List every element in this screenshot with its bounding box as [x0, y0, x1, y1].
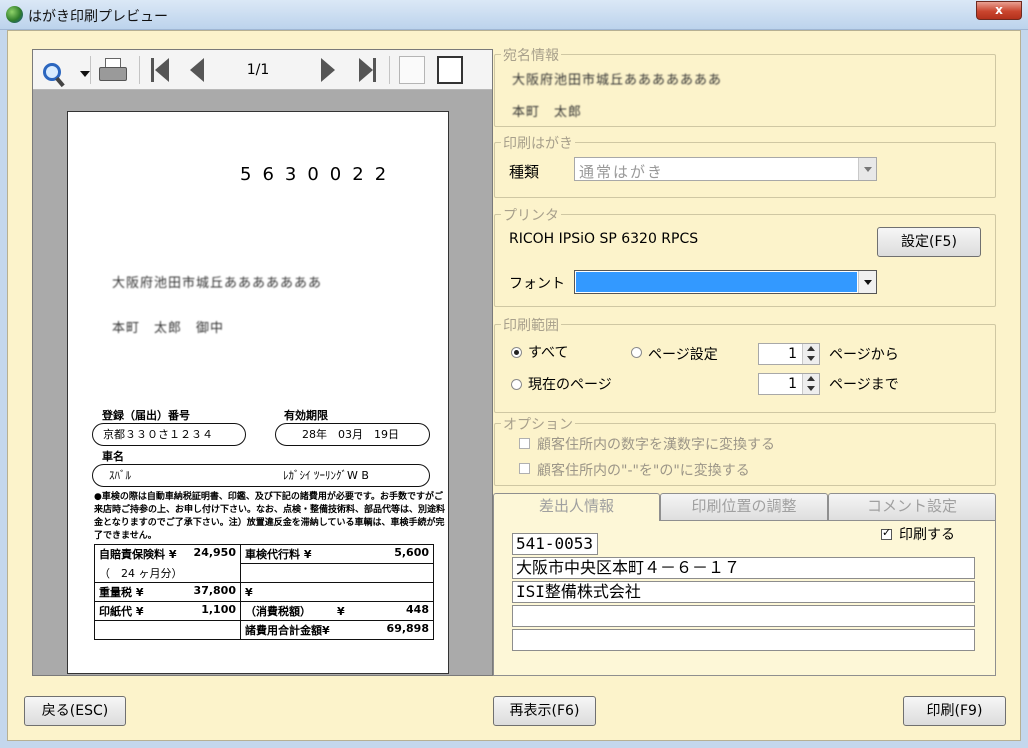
range-from-suffix: ページから	[829, 347, 899, 363]
address-info-group: 宛名情報 大阪府池田市城丘あああああああ 本町 太郎	[494, 45, 996, 127]
printer-group: プリンタ RICOH IPSiO SP 6320 RPCS 設定(F5) フォン…	[494, 205, 996, 307]
range-from-spinner[interactable]: 1	[758, 343, 820, 365]
sender-address-field[interactable]: 大阪市中央区本町４－６－１７	[512, 557, 975, 579]
chevron-down-icon[interactable]	[858, 158, 876, 180]
next-page-icon	[321, 58, 335, 82]
back-button[interactable]: 戻る(ESC)	[24, 696, 126, 726]
postcard-preview: 5630022 大阪府池田市城丘あああああああ 本町 太郎 御中 登録（届出）番…	[67, 111, 449, 674]
first-page-icon	[155, 58, 169, 82]
printer-name: RICOH IPSiO SP 6320 RPCS	[509, 231, 699, 247]
window-close-button[interactable]: x	[976, 1, 1022, 20]
settings-tabs: 差出人情報 印刷位置の調整 コメント設定 印刷する 541-0053 大阪市中央…	[493, 493, 998, 678]
car-name-label: 車名	[102, 450, 124, 463]
postcard-recipient: 本町 太郎 御中	[112, 321, 225, 336]
range-all-label[interactable]: すべて	[528, 342, 568, 362]
option-kanji-checkbox[interactable]	[519, 438, 530, 449]
address-info-name: 本町 太郎	[512, 105, 583, 120]
sender-line5-field[interactable]	[512, 629, 975, 651]
postcard-type-label: 種類	[509, 163, 540, 181]
options-group: オプション 顧客住所内の数字を漢数字に変換する 顧客住所内の"-"を"の"に変換…	[494, 414, 996, 486]
registration-value: 京都３３０さ１２３４	[92, 423, 246, 446]
print-range-group: 印刷範囲 すべて ページ設定 1 ページから 現在のページ 1 ページまで	[494, 315, 996, 413]
preview-toolbar: 1/1	[33, 50, 492, 90]
print-button[interactable]	[99, 58, 131, 84]
expiry-label: 有効期限	[284, 409, 328, 422]
prev-page-icon	[190, 58, 204, 82]
car-name-field: ｽﾊﾞﾙ ﾚｶﾞｼｲ ﾂｰﾘﾝｸﾞW B	[92, 464, 430, 487]
spin-up-icon[interactable]	[807, 346, 815, 351]
option-no-label: 顧客住所内の"-"を"の"に変換する	[537, 463, 750, 479]
zoom-dropdown-arrow-icon[interactable]	[80, 71, 90, 77]
dialog-client-area: 1/1 5630022 大阪府池田市城丘あああああああ 本町 太郎 御中 登録（…	[7, 30, 1021, 741]
postcard-type-group: 印刷はがき 種類 通常はがき	[494, 133, 996, 198]
option-no-checkbox[interactable]	[519, 463, 530, 474]
inspection-cell: 車検代行料 ¥5,600	[240, 544, 434, 564]
postcard-type-select[interactable]: 通常はがき	[574, 157, 877, 181]
page-width-icon[interactable]	[399, 56, 425, 84]
first-page-button[interactable]	[149, 58, 171, 84]
print-sender-checkbox[interactable]	[881, 526, 892, 540]
sender-line4-field[interactable]	[512, 605, 975, 627]
postcard-zip: 5630022	[240, 164, 398, 185]
page-counter: 1/1	[246, 62, 270, 78]
range-current-radio[interactable]	[511, 379, 522, 390]
window-title: はがき印刷プレビュー	[28, 9, 168, 25]
app-globe-icon	[6, 6, 23, 23]
spin-down-icon[interactable]	[807, 386, 815, 391]
preview-pane: 1/1 5630022 大阪府池田市城丘あああああああ 本町 太郎 御中 登録（…	[32, 49, 493, 676]
title-bar: はがき印刷プレビュー x	[0, 0, 1028, 30]
inspection-notice: ●車検の際は自動車納税証明書、印鑑、及び下記の諸費用が必要です。お手数ですがご来…	[94, 492, 446, 541]
refresh-button[interactable]: 再表示(F6)	[493, 696, 596, 726]
font-select[interactable]	[574, 270, 877, 294]
range-to-suffix: ページまで	[829, 377, 899, 393]
zoom-button[interactable]	[37, 58, 90, 88]
print-button[interactable]: 印刷(F9)	[903, 696, 1006, 726]
range-page-setting-radio[interactable]	[631, 347, 642, 358]
printer-settings-button[interactable]: 設定(F5)	[877, 227, 981, 257]
font-label: フォント	[509, 276, 565, 292]
address-info-address: 大阪府池田市城丘あああああああ	[512, 73, 723, 88]
expiry-value: 28年 03月 19日	[275, 423, 430, 446]
car-model: ﾚｶﾞｼｲ ﾂｰﾘﾝｸﾞW B	[283, 469, 369, 482]
last-page-button[interactable]	[357, 58, 379, 84]
whole-page-icon[interactable]	[437, 56, 463, 84]
sender-company-field[interactable]: ISI整備株式会社	[512, 581, 975, 603]
option-kanji-label: 顧客住所内の数字を漢数字に変換する	[537, 437, 775, 453]
weight-tax-cell: 重量税 ¥37,800	[94, 582, 241, 602]
sender-zip-field[interactable]: 541-0053	[512, 533, 598, 555]
spin-down-icon[interactable]	[807, 356, 815, 361]
spin-up-icon[interactable]	[807, 376, 815, 381]
prev-page-button[interactable]	[188, 58, 206, 84]
tab-print-position[interactable]: 印刷位置の調整	[660, 493, 828, 520]
range-all-radio[interactable]	[511, 347, 522, 358]
tab-comment-settings[interactable]: コメント設定	[828, 493, 996, 520]
insurance-cell: 自賠責保険料 ¥24,950	[94, 544, 241, 564]
range-page-setting-label[interactable]: ページ設定	[648, 344, 718, 364]
car-maker: ｽﾊﾞﾙ	[109, 469, 131, 482]
registration-label: 登録（届出）番号	[102, 409, 190, 422]
next-page-button[interactable]	[319, 58, 337, 84]
blank-yen-cell: ¥	[240, 582, 434, 602]
print-sender-label[interactable]: 印刷する	[899, 524, 955, 544]
consumption-tax-cell: （消費税額） ¥448	[240, 601, 434, 621]
range-to-spinner[interactable]: 1	[758, 373, 820, 395]
fee-table: 自賠責保険料 ¥24,950 車検代行料 ¥5,600 （ 24 ヶ月分） 重量…	[94, 544, 434, 640]
sender-info-panel: 印刷する 541-0053 大阪市中央区本町４－６－１７ ISI整備株式会社	[493, 520, 996, 676]
stamp-cell: 印紙代 ¥1,100	[94, 601, 241, 621]
total-cell: 諸費用合計金額¥ 69,898	[240, 620, 434, 640]
last-page-icon	[359, 58, 373, 82]
chevron-down-icon[interactable]	[858, 271, 876, 293]
postcard-address: 大阪府池田市城丘あああああああ	[112, 276, 323, 291]
insurance-months: （ 24 ヶ月分）	[94, 563, 241, 583]
range-current-label[interactable]: 現在のページ	[528, 374, 612, 394]
tab-sender-info[interactable]: 差出人情報	[493, 493, 660, 521]
